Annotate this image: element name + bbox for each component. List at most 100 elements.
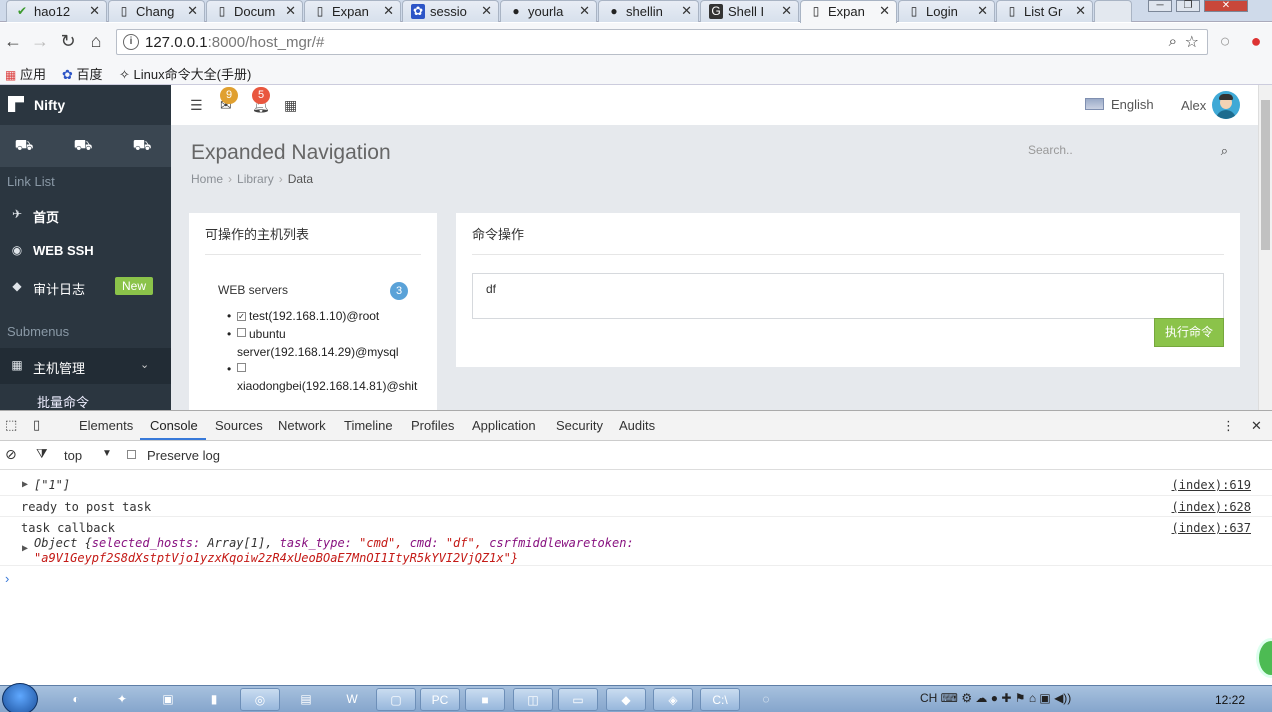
- brand[interactable]: Nifty: [0, 85, 171, 125]
- close-icon[interactable]: ✕: [781, 3, 792, 19]
- start-button[interactable]: [2, 683, 38, 712]
- browser-tab[interactable]: ▯ Docum ✕: [206, 0, 303, 22]
- console-entry[interactable]: task callback (index):637 ▶ Object {sele…: [0, 517, 1272, 566]
- reload-icon[interactable]: ↻: [58, 31, 78, 51]
- host-item[interactable]: • ✓ test(192.168.1.10)@root: [227, 309, 379, 323]
- close-icon[interactable]: ✕: [383, 3, 394, 19]
- minimize-icon[interactable]: ─: [1148, 0, 1172, 12]
- taskbar-word-icon[interactable]: W: [332, 688, 372, 711]
- bus-icon[interactable]: ⛟: [132, 137, 152, 156]
- tab-network[interactable]: Network: [278, 418, 326, 433]
- taskbar-app-icon[interactable]: ◐: [56, 688, 96, 711]
- taskbar-chrome-icon[interactable]: ◎: [240, 688, 280, 711]
- info-icon[interactable]: i: [123, 34, 139, 50]
- breadcrumb-home[interactable]: Home: [191, 172, 223, 186]
- taskbar-explorer-icon[interactable]: ▭: [558, 688, 598, 711]
- star-icon[interactable]: ☆: [1185, 32, 1199, 52]
- search-icon[interactable]: ⌕: [1221, 143, 1228, 159]
- host-group-name[interactable]: WEB servers: [218, 283, 288, 297]
- sidebar-item-host-mgr[interactable]: ▦ 主机管理 ⌄: [0, 348, 171, 384]
- close-icon[interactable]: ✕: [481, 3, 492, 19]
- host-item[interactable]: • ubuntu: [227, 327, 286, 341]
- tab-sources[interactable]: Sources: [215, 418, 263, 433]
- host-checkbox[interactable]: ✓: [237, 312, 246, 321]
- tab-application[interactable]: Application: [472, 418, 536, 433]
- source-link[interactable]: (index):628: [1172, 500, 1251, 514]
- extension-red-icon[interactable]: ●: [1246, 31, 1266, 51]
- taskbar-app-icon[interactable]: ◌: [746, 688, 786, 711]
- close-icon[interactable]: ✕: [1075, 3, 1086, 19]
- menu-icon[interactable]: ☰: [190, 97, 203, 114]
- taskbar-app-icon[interactable]: ▮: [194, 688, 234, 711]
- new-tab-button[interactable]: [1094, 0, 1132, 22]
- clear-console-icon[interactable]: ⊘: [5, 446, 17, 463]
- tab-audits[interactable]: Audits: [619, 418, 655, 433]
- expand-arrow-icon[interactable]: ▶: [22, 479, 28, 490]
- bookmark-apps[interactable]: ▦ 应用: [5, 64, 46, 83]
- bookmark-linux[interactable]: ✧ Linux命令大全(手册): [119, 64, 251, 83]
- url-text[interactable]: 127.0.0.1:8000/host_mgr/#: [145, 34, 324, 51]
- zoom-icon[interactable]: ⌕: [1169, 33, 1177, 50]
- console-entry[interactable]: ▶ ["1"] (index):619: [0, 474, 1272, 496]
- scrollbar-thumb[interactable]: [1261, 100, 1270, 250]
- run-command-button[interactable]: 执行命令: [1154, 318, 1224, 347]
- chevron-down-icon[interactable]: ▼: [102, 448, 112, 459]
- close-icon[interactable]: ✕: [89, 3, 100, 19]
- browser-tab[interactable]: ▯ Expan ✕: [304, 0, 401, 22]
- source-link[interactable]: (index):619: [1172, 478, 1251, 492]
- address-bar[interactable]: i 127.0.0.1:8000/host_mgr/# ⌕ ☆: [116, 29, 1208, 55]
- context-select[interactable]: top: [64, 448, 82, 463]
- taskbar-app-icon[interactable]: ◈: [653, 688, 693, 711]
- browser-tab[interactable]: G Shell I ✕: [700, 0, 799, 22]
- source-link[interactable]: (index):637: [1172, 521, 1251, 535]
- restore-icon[interactable]: ❐: [1176, 0, 1200, 12]
- user-name[interactable]: Alex: [1181, 98, 1206, 113]
- close-icon[interactable]: ✕: [1251, 418, 1262, 434]
- sidebar-item-home[interactable]: ✈ 首页: [0, 197, 171, 233]
- close-icon[interactable]: ✕: [285, 3, 296, 19]
- tab-profiles[interactable]: Profiles: [411, 418, 454, 433]
- sidebar-subitem-batch-cmd[interactable]: 批量命令: [37, 392, 89, 410]
- window-close-icon[interactable]: ✕: [1204, 0, 1248, 12]
- taskbar-app-icon[interactable]: ◆: [606, 688, 646, 711]
- taskbar-app-icon[interactable]: ▢: [376, 688, 416, 711]
- console-prompt-icon[interactable]: ›: [5, 571, 9, 586]
- close-icon[interactable]: ✕: [879, 3, 890, 19]
- preserve-log-checkbox[interactable]: [127, 448, 139, 463]
- extension-icon[interactable]: ○: [1215, 31, 1235, 51]
- breadcrumb-library[interactable]: Library: [237, 172, 274, 186]
- device-icon[interactable]: ▯: [33, 417, 40, 433]
- close-icon[interactable]: ✕: [977, 3, 988, 19]
- host-checkbox[interactable]: [237, 328, 246, 337]
- close-icon[interactable]: ✕: [187, 3, 198, 19]
- sidebar-item-web-ssh[interactable]: ◉ WEB SSH: [0, 233, 171, 269]
- taskbar-app-icon[interactable]: ▤: [286, 688, 326, 711]
- tab-elements[interactable]: Elements: [79, 418, 133, 433]
- clock[interactable]: 12:22: [1215, 693, 1245, 707]
- system-tray[interactable]: CH ⌨ ⚙ ☁ ● ✚ ⚑ ⌂ ▣ ◀)): [920, 691, 1071, 705]
- taskbar-app-icon[interactable]: ▣: [148, 688, 188, 711]
- tab-security[interactable]: Security: [556, 418, 603, 433]
- browser-tab[interactable]: ● shellin ✕: [598, 0, 699, 22]
- console-entry[interactable]: ready to post task (index):628: [0, 496, 1272, 517]
- avatar[interactable]: [1212, 91, 1240, 119]
- taskbar-app-icon[interactable]: ✦: [102, 688, 142, 711]
- back-icon[interactable]: ←: [3, 31, 23, 51]
- browser-tab-active[interactable]: ▯ Expan ✕: [800, 0, 897, 23]
- browser-tab[interactable]: ▯ Chang ✕: [108, 0, 205, 22]
- more-icon[interactable]: ⋮: [1222, 418, 1235, 434]
- browser-tab[interactable]: ▯ Login ✕: [898, 0, 995, 22]
- bookmark-baidu[interactable]: ✿ 百度: [62, 64, 103, 83]
- close-icon[interactable]: ✕: [579, 3, 590, 19]
- taskbar-pycharm-icon[interactable]: PC: [420, 688, 460, 711]
- forward-icon[interactable]: →: [30, 31, 50, 51]
- host-item[interactable]: •: [227, 362, 249, 376]
- host-checkbox[interactable]: [237, 363, 246, 372]
- browser-tab[interactable]: ● yourla ✕: [500, 0, 597, 22]
- tab-console[interactable]: Console: [150, 418, 198, 433]
- taskbar-cmd-icon[interactable]: C:\: [700, 688, 740, 711]
- apps-icon[interactable]: ▦: [284, 97, 297, 114]
- browser-tab[interactable]: ✔ hao12 ✕: [6, 0, 107, 22]
- search-input[interactable]: Search.. ⌕: [1028, 143, 1228, 163]
- sidebar-item-audit-log[interactable]: ◆ 审计日志 New: [0, 269, 171, 305]
